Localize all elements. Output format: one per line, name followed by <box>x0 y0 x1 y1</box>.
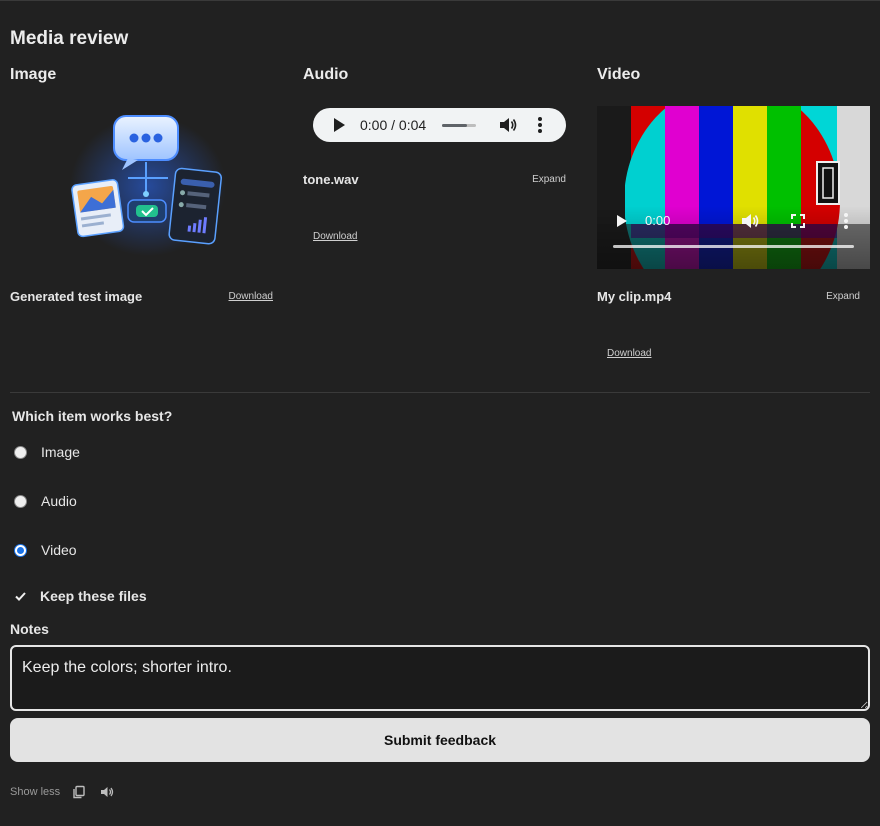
video-download-link[interactable]: Download <box>607 348 651 359</box>
audio-expand-button[interactable]: Expand <box>532 174 566 185</box>
audio-time: 0:00 / 0:04 <box>360 117 427 133</box>
section-divider <box>10 392 870 393</box>
audio-play-icon[interactable] <box>334 118 345 132</box>
volume-icon[interactable] <box>499 117 517 133</box>
generated-image <box>70 115 226 256</box>
show-less-button[interactable]: Show less <box>10 786 60 798</box>
video-expand-button[interactable]: Expand <box>826 291 860 302</box>
image-caption: Generated test image <box>10 289 143 304</box>
top-border <box>0 0 880 1</box>
radio-option-audio[interactable]: Audio <box>14 493 77 509</box>
radio-option-video[interactable]: Video <box>14 542 77 558</box>
checkmark-icon <box>15 591 26 601</box>
radio-option-image[interactable]: Image <box>14 444 80 460</box>
notes-textarea[interactable]: Keep the colors; shorter intro. <box>10 645 870 711</box>
page-title: Media review <box>10 28 129 49</box>
video-meta-row: My clip.mp4 Expand <box>597 289 860 304</box>
radio-label-audio: Audio <box>41 493 77 509</box>
audio-progress-bar[interactable] <box>442 124 476 127</box>
radio-label-video: Video <box>41 542 77 558</box>
radio-button-image[interactable] <box>14 445 27 459</box>
audio-file-name: tone.wav <box>303 172 359 187</box>
notes-label: Notes <box>10 621 49 637</box>
keep-files-checkbox-row[interactable]: Keep these files <box>14 588 147 604</box>
copy-icon[interactable] <box>72 785 86 799</box>
keep-files-checkbox[interactable] <box>14 590 27 603</box>
video-play-icon[interactable] <box>617 215 627 227</box>
audio-progress-fill <box>442 124 467 127</box>
more-options-icon[interactable] <box>537 116 543 134</box>
audio-panel-heading: Audio <box>303 66 349 83</box>
audio-download-wrap: Download <box>313 226 357 244</box>
keep-files-label: Keep these files <box>40 588 147 604</box>
footer: Show less <box>10 785 128 799</box>
video-time: 0:00 <box>645 213 671 228</box>
video-controls-overlay <box>597 206 870 269</box>
video-panel: Video 0:00 My clip.mp4 Expand Download <box>597 66 870 359</box>
image-panel: Image Generated test image Download <box>10 66 273 304</box>
video-panel-heading: Video <box>597 66 641 83</box>
fullscreen-icon[interactable] <box>791 214 805 228</box>
radio-button-video[interactable] <box>14 543 27 557</box>
radio-button-audio[interactable] <box>14 494 27 508</box>
radio-label-image: Image <box>41 444 80 460</box>
video-file-name: My clip.mp4 <box>597 289 672 304</box>
image-panel-heading: Image <box>10 66 57 83</box>
audio-player[interactable]: 0:00 / 0:04 <box>313 108 566 142</box>
audio-meta-row: tone.wav Expand <box>303 172 566 187</box>
video-player[interactable]: 0:00 <box>597 106 870 269</box>
submit-feedback-button[interactable]: Submit feedback <box>10 718 870 762</box>
image-download-link[interactable]: Download <box>229 291 273 302</box>
image-meta-row: Generated test image Download <box>10 289 273 304</box>
video-progress-bar[interactable] <box>613 245 854 248</box>
audio-download-link[interactable]: Download <box>313 231 357 242</box>
video-download-wrap: Download <box>607 343 651 361</box>
audio-panel: Audio 0:00 / 0:04 tone.wav Expand Downlo… <box>303 66 566 242</box>
video-volume-icon[interactable] <box>741 213 759 229</box>
video-more-options-icon[interactable] <box>843 212 849 230</box>
question-label: Which item works best? <box>12 408 173 424</box>
speaker-icon[interactable] <box>100 785 114 799</box>
